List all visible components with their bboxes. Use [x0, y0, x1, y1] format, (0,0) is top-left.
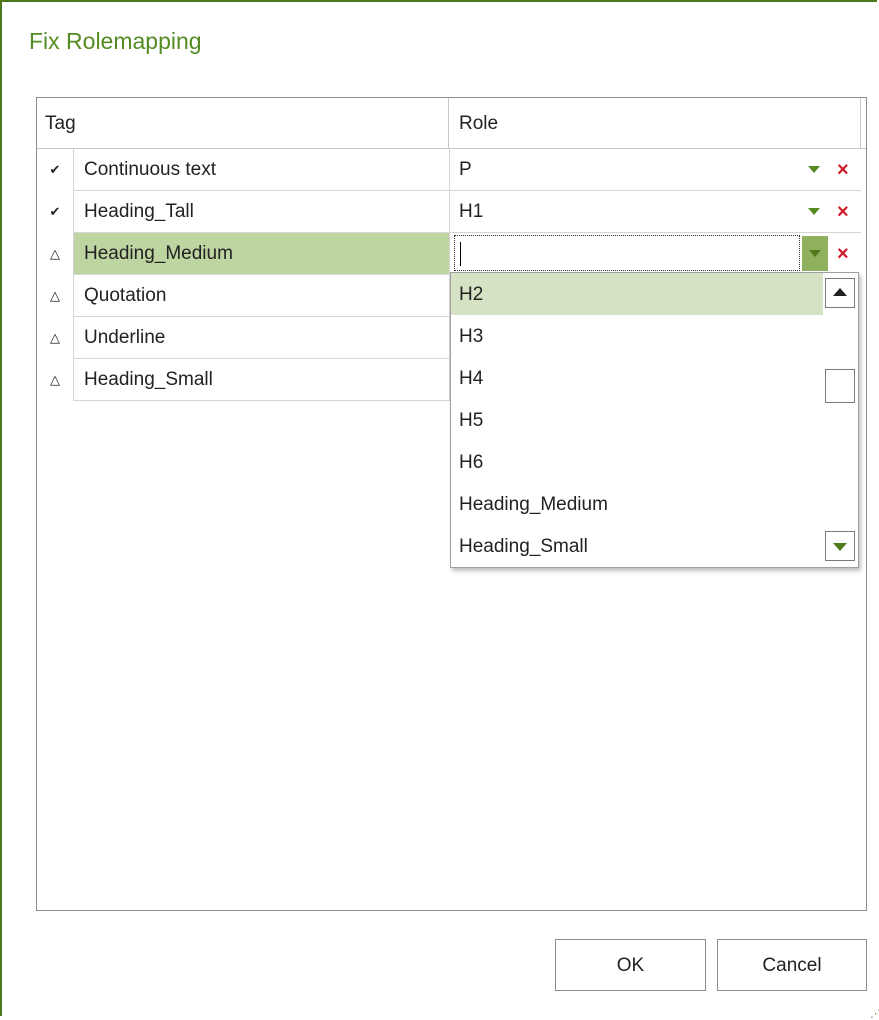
scroll-up-button[interactable] [825, 278, 855, 308]
tag-cell[interactable]: Heading_Tall [74, 191, 450, 233]
dropdown-option[interactable]: H6 [451, 441, 823, 483]
delete-icon[interactable]: × [837, 233, 849, 275]
dropdown-option[interactable]: H3 [451, 315, 823, 357]
column-header-role[interactable]: Role [449, 98, 861, 148]
warning-icon: △ [37, 233, 74, 275]
dropdown-option[interactable]: H5 [451, 399, 823, 441]
resize-grip-icon[interactable]: ⋰ [870, 1007, 879, 1020]
role-cell[interactable]: H1 × [450, 191, 861, 233]
ok-button[interactable]: OK [555, 939, 706, 991]
tag-cell[interactable]: Continuous text [74, 149, 450, 191]
role-value: H1 [459, 201, 484, 222]
delete-icon[interactable]: × [837, 191, 849, 233]
tag-cell[interactable]: Heading_Small [74, 359, 450, 401]
table-row-selected[interactable]: △ Heading_Medium × [37, 233, 866, 275]
cancel-button[interactable]: Cancel [717, 939, 867, 991]
dropdown-arrow-icon[interactable] [808, 166, 820, 173]
role-edit-input[interactable] [454, 235, 800, 271]
grid-header: Tag Role [37, 98, 866, 149]
tag-cell[interactable]: Heading_Medium [74, 233, 450, 275]
dropdown-toggle-button[interactable] [802, 236, 828, 271]
check-icon: ✔ [37, 191, 74, 233]
dropdown-option[interactable]: Heading_Small [451, 525, 823, 567]
text-caret [460, 242, 461, 266]
delete-icon[interactable]: × [837, 149, 849, 191]
table-row[interactable]: ✔ Continuous text P × [37, 149, 866, 191]
tag-cell[interactable]: Quotation [74, 275, 450, 317]
scroll-down-button[interactable] [825, 531, 855, 561]
dropdown-arrow-icon[interactable] [808, 208, 820, 215]
arrow-up-icon [833, 288, 847, 296]
dropdown-option[interactable]: Heading_Medium [451, 483, 823, 525]
warning-icon: △ [37, 275, 74, 317]
rolemapping-grid: Tag Role ✔ Continuous text P × ✔ Heading… [36, 97, 867, 911]
dropdown-option-selected[interactable]: H2 [451, 273, 823, 315]
warning-icon: △ [37, 359, 74, 401]
check-icon: ✔ [37, 149, 74, 191]
table-row[interactable]: ✔ Heading_Tall H1 × [37, 191, 866, 233]
tag-cell[interactable]: Underline [74, 317, 450, 359]
role-dropdown-list[interactable]: H2 H3 H4 H5 H6 Heading_Medium Heading_Sm… [450, 272, 859, 568]
fix-rolemapping-dialog: Fix Rolemapping Tag Role ✔ Continuous te… [0, 0, 879, 1020]
warning-icon: △ [37, 317, 74, 359]
arrow-down-icon [833, 543, 847, 551]
dropdown-option[interactable]: H4 [451, 357, 823, 399]
role-cell[interactable]: P × [450, 149, 861, 191]
column-header-tag[interactable]: Tag [37, 98, 449, 148]
scrollbar-thumb[interactable] [825, 369, 855, 403]
dropdown-arrow-icon [809, 250, 821, 257]
role-value: P [459, 159, 472, 180]
dialog-title: Fix Rolemapping [29, 28, 202, 54]
